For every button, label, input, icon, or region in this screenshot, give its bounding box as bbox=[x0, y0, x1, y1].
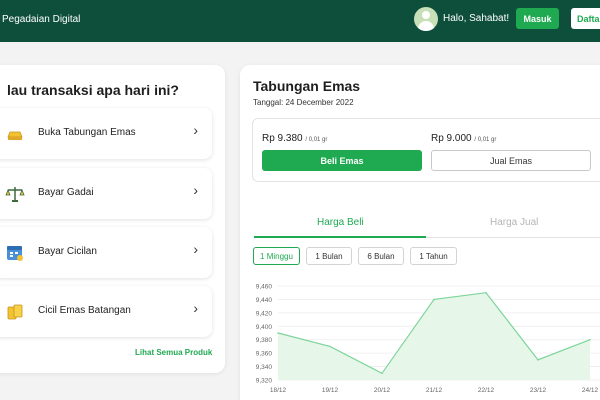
gold-bars-icon bbox=[7, 304, 23, 320]
x-tick-label: 20/12 bbox=[374, 387, 391, 394]
login-button[interactable]: Masuk bbox=[516, 8, 559, 29]
product-label: Bayar Cicilan bbox=[38, 246, 97, 257]
tab-divider bbox=[426, 237, 600, 238]
y-tick-label: 9,460 bbox=[256, 284, 273, 291]
chevron-right-icon: › bbox=[193, 300, 198, 316]
see-all-products-link[interactable]: Lihat Semua Produk bbox=[135, 348, 212, 357]
y-tick-label: 9,340 bbox=[256, 364, 273, 371]
data-point bbox=[433, 298, 435, 301]
product-label: Bayar Gadai bbox=[38, 187, 94, 198]
period-1-tahun[interactable]: 1 Tahun bbox=[410, 247, 457, 265]
y-tick-label: 9,440 bbox=[256, 297, 273, 304]
gold-savings-title: Tabungan Emas bbox=[253, 78, 361, 94]
data-point bbox=[537, 359, 539, 361]
x-tick-label: 23/12 bbox=[530, 387, 547, 394]
gold-bar-icon bbox=[7, 131, 23, 140]
x-tick-label: 19/12 bbox=[322, 387, 339, 394]
register-button[interactable]: Dafta bbox=[571, 8, 600, 29]
y-tick-label: 9,400 bbox=[256, 324, 273, 331]
brand-name[interactable]: Pegadaian Digital bbox=[2, 14, 80, 25]
product-item-cicil-emas-batangan[interactable]: Cicil Emas Batangan › bbox=[0, 286, 212, 337]
chevron-right-icon: › bbox=[193, 182, 198, 198]
x-tick-label: 22/12 bbox=[478, 387, 495, 394]
chevron-right-icon: › bbox=[193, 241, 198, 257]
user-avatar-icon[interactable] bbox=[414, 7, 438, 31]
transaction-card-title: lau transaksi apa hari ini? bbox=[7, 82, 179, 98]
product-item-bayar-cicilan[interactable]: Bayar Cicilan › bbox=[0, 227, 212, 278]
product-item-bayar-gadai[interactable]: Bayar Gadai › bbox=[0, 168, 212, 219]
top-navbar bbox=[0, 0, 600, 42]
period-1-bulan[interactable]: 1 Bulan bbox=[306, 247, 352, 265]
calendar-icon bbox=[7, 246, 23, 261]
data-point bbox=[277, 332, 279, 334]
active-tab-indicator bbox=[254, 236, 426, 238]
product-label: Buka Tabungan Emas bbox=[38, 127, 136, 138]
scale-icon bbox=[5, 187, 25, 202]
price-chart: 9,460 9,440 9,420 9,400 9,380 9,360 9,340 9,320… bbox=[256, 284, 600, 394]
y-tick-label: 9,420 bbox=[256, 310, 273, 317]
period-6-bulan[interactable]: 6 Bulan bbox=[358, 247, 404, 265]
greeting-text: Halo, Sahabat! bbox=[443, 13, 510, 24]
product-label: Cicil Emas Batangan bbox=[38, 305, 131, 316]
x-tick-label: 18/12 bbox=[270, 387, 287, 394]
y-tick-label: 9,320 bbox=[256, 378, 273, 385]
buy-gold-button[interactable]: Beli Emas bbox=[262, 150, 422, 171]
y-tick-label: 9,360 bbox=[256, 351, 273, 358]
price-area bbox=[278, 292, 590, 380]
sell-gold-button[interactable]: Jual Emas bbox=[431, 150, 591, 171]
price-date: Tanggal: 24 December 2022 bbox=[253, 98, 354, 107]
period-1-minggu[interactable]: 1 Minggu bbox=[253, 247, 300, 265]
product-item-buka-tabungan-emas[interactable]: Buka Tabungan Emas › bbox=[0, 108, 212, 159]
data-point bbox=[329, 345, 331, 348]
x-tick-label: 21/12 bbox=[426, 387, 443, 394]
tab-harga-beli[interactable]: Harga Beli bbox=[317, 217, 364, 228]
data-point bbox=[381, 372, 383, 375]
data-point bbox=[485, 291, 487, 294]
y-tick-label: 9,380 bbox=[256, 337, 273, 344]
buy-price: Rp 9.380 / 0,01 gr bbox=[262, 133, 328, 144]
sell-price: Rp 9.000 / 0,01 gr bbox=[431, 133, 497, 144]
tab-harga-jual[interactable]: Harga Jual bbox=[490, 217, 538, 228]
data-point bbox=[589, 338, 591, 341]
x-tick-label: 24/12 bbox=[582, 387, 599, 394]
chevron-right-icon: › bbox=[193, 122, 198, 138]
